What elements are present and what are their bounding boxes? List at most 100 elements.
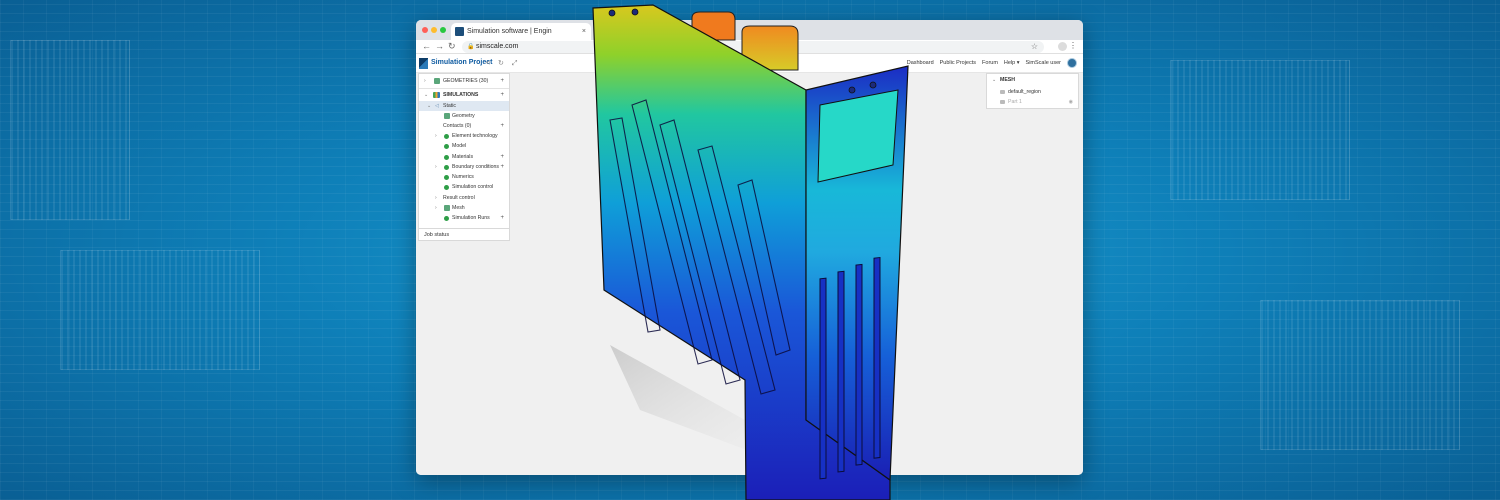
tab-close-icon[interactable]: ×: [582, 23, 586, 40]
tree-item-materials[interactable]: Materials +: [419, 152, 509, 162]
chevron-right-icon[interactable]: ›: [424, 76, 426, 86]
back-arrow-icon[interactable]: ←: [422, 41, 431, 51]
background-decoration: [60, 250, 260, 370]
tree-item-geometry[interactable]: Geometry: [419, 111, 509, 121]
geometry-icon: [434, 78, 440, 84]
tree-item-element-technology[interactable]: › Element technology: [419, 131, 509, 141]
simscale-favicon-icon: [455, 27, 464, 36]
geometry-icon: [444, 113, 450, 119]
check-icon: [444, 215, 449, 221]
background-decoration: [10, 40, 130, 220]
tree-item-simulation-runs[interactable]: Simulation Runs +: [419, 213, 509, 223]
tree-item-label: Numerics: [452, 174, 474, 180]
tree-item-contacts[interactable]: Contacts (0) +: [419, 121, 509, 131]
check-icon: [444, 133, 449, 139]
tree-item-label: Simulation control: [452, 184, 494, 190]
check-icon: [444, 154, 449, 160]
mesh-icon: [444, 205, 450, 211]
add-icon[interactable]: +: [500, 90, 504, 100]
simscale-logo-icon: [419, 58, 428, 69]
browser-window: Simulation software | Engin × ← → ↻ 🔒 si…: [416, 20, 1083, 475]
tree-item-boundary-conditions[interactable]: › Boundary conditions +: [419, 162, 509, 172]
nav-dashboard[interactable]: Dashboard: [907, 60, 934, 66]
kebab-menu-icon[interactable]: ⋮: [1069, 41, 1077, 50]
address-bar[interactable]: 🔒 simscale.com ☆: [462, 41, 1044, 53]
visibility-eye-icon[interactable]: ◉: [1069, 97, 1073, 107]
tree-item-label: Boundary conditions: [452, 164, 500, 170]
chevron-right-icon[interactable]: ›: [435, 203, 437, 213]
tree-item-label: Element technology: [452, 133, 498, 139]
check-icon: [444, 184, 449, 190]
bookmark-star-icon[interactable]: ☆: [1031, 41, 1038, 53]
simulations-icon: [433, 92, 440, 98]
tree-item-label: Geometry: [452, 113, 475, 119]
tree-item-numerics[interactable]: Numerics: [419, 172, 509, 182]
minimize-window-button[interactable]: [431, 27, 437, 33]
tree-item-label: Materials: [452, 154, 474, 160]
add-icon[interactable]: +: [500, 162, 504, 172]
maximize-window-button[interactable]: [440, 27, 446, 33]
tree-item-label: Simulation Runs: [452, 215, 490, 221]
tree-item-label: SIMULATIONS: [443, 92, 479, 98]
nav-public-projects[interactable]: Public Projects: [940, 60, 976, 66]
tree-item-static[interactable]: ⌄ ◁ Static: [419, 101, 509, 111]
chevron-right-icon[interactable]: ›: [435, 162, 437, 172]
forward-arrow-icon[interactable]: →: [435, 41, 444, 51]
tree-item-simulation-control[interactable]: Simulation control: [419, 182, 509, 192]
app-nav: Dashboard Public Projects Forum Help ▾ S…: [907, 58, 1077, 68]
nav-help[interactable]: Help ▾: [1004, 60, 1020, 66]
region-icon: [1000, 90, 1005, 94]
static-analysis-icon: ◁: [435, 103, 439, 109]
nav-user[interactable]: SimScale user: [1026, 60, 1061, 66]
mesh-panel-header[interactable]: ⌄ MESH: [987, 75, 1078, 85]
check-icon: [444, 164, 449, 170]
mesh-item-label: default_region: [1008, 89, 1041, 95]
background-decoration: [1170, 60, 1350, 200]
tree-item-result-control[interactable]: › Result control: [419, 193, 509, 203]
tree-item-label: GEOMETRIES (30): [443, 78, 489, 84]
app-header: Simulation Project < ↻ ⤢ Dashboard Publi…: [416, 54, 1083, 73]
lock-icon: 🔒: [467, 44, 475, 50]
profile-icon[interactable]: [1058, 42, 1067, 51]
tree-item-model[interactable]: Model: [419, 141, 509, 151]
chevron-down-icon[interactable]: ⌄: [992, 75, 996, 85]
check-icon: [444, 143, 449, 149]
tree-item-simulations[interactable]: ⌄ SIMULATIONS +: [419, 90, 509, 100]
mesh-item-label: Part 1: [1008, 99, 1022, 105]
job-status-bar[interactable]: Job status: [419, 228, 509, 240]
chevron-right-icon[interactable]: ›: [435, 193, 437, 203]
chevron-down-icon[interactable]: ⌄: [427, 101, 431, 111]
add-icon[interactable]: +: [500, 121, 504, 131]
chevron-right-icon[interactable]: ›: [435, 131, 437, 141]
tree-item-label: Static: [443, 103, 456, 109]
tab-title: Simulation software | Engin: [467, 28, 552, 35]
nav-forum[interactable]: Forum: [982, 60, 998, 66]
divider: [419, 88, 509, 89]
tree-item-label: Result control: [443, 195, 475, 201]
browser-tab[interactable]: Simulation software | Engin ×: [451, 23, 591, 40]
avatar[interactable]: [1067, 58, 1077, 68]
add-icon[interactable]: +: [500, 152, 504, 162]
tree-item-label: Mesh: [452, 205, 465, 211]
close-window-button[interactable]: [422, 27, 428, 33]
reload-icon[interactable]: ↻: [448, 41, 456, 52]
url-text: simscale.com: [476, 43, 519, 50]
background-decoration: [1260, 300, 1460, 450]
add-icon[interactable]: +: [500, 213, 504, 223]
tree-item-mesh[interactable]: › Mesh: [419, 203, 509, 213]
tree-item-geometries[interactable]: › GEOMETRIES (30) +: [419, 76, 509, 86]
mesh-panel: ⌄ MESH default_region Part 1 ◉: [986, 73, 1079, 109]
check-icon: [444, 174, 449, 180]
chevron-down-icon[interactable]: ⌄: [424, 90, 428, 100]
add-icon[interactable]: +: [500, 76, 504, 86]
project-title[interactable]: Simulation Project: [431, 59, 492, 66]
viewport-canvas[interactable]: [416, 73, 1083, 475]
mesh-panel-title: MESH: [1000, 77, 1015, 83]
browser-titlebar: Simulation software | Engin ×: [416, 20, 1083, 40]
tree-item-label: Contacts (0): [443, 123, 472, 129]
mesh-item-default-region[interactable]: default_region: [987, 87, 1078, 97]
mesh-item-part-1[interactable]: Part 1 ◉: [987, 97, 1078, 107]
browser-toolbar: ← → ↻ 🔒 simscale.com ☆ ⋮: [416, 40, 1083, 54]
part-icon: [1000, 100, 1005, 104]
project-actions[interactable]: < ↻ ⤢: [486, 59, 520, 68]
